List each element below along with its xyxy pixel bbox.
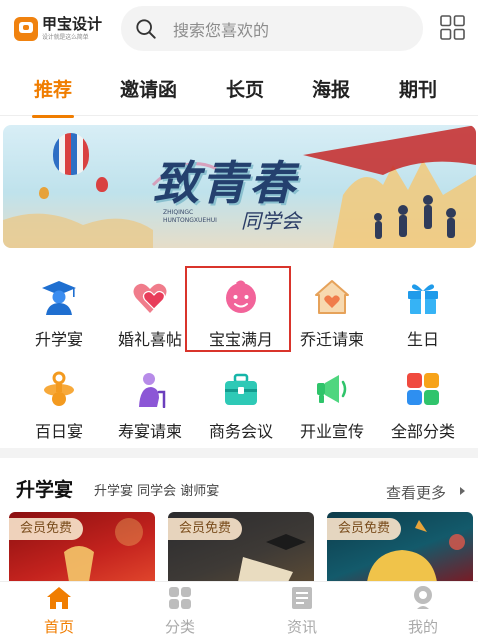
category-longevity[interactable]: 寿宴请柬 [103,358,197,448]
news-icon [292,587,312,609]
category-label: 全部分类 [390,422,455,441]
nav-news[interactable]: 资讯 [262,585,342,637]
category-label: 寿宴请柬 [117,422,182,441]
chevron-right-icon [460,487,465,495]
section-title: 升学宴 [16,479,74,501]
member-free-badge: 会员免费 [9,518,84,540]
section-subtitle: 升学宴 同学会 谢师宴 [94,484,220,499]
nav-home[interactable]: 首页 [19,585,99,637]
category-grid-icon [169,587,191,609]
category-opening-promo[interactable]: 开业宣传 [285,358,379,448]
home-icon [47,587,71,609]
member-free-badge: 会员免费 [327,518,402,540]
megaphone-icon [317,375,347,403]
category-hundred-days[interactable]: 百日宴 [12,358,106,448]
category-label: 生日 [406,330,439,349]
template-card[interactable]: 会员免费 [9,512,155,582]
tab-poster[interactable]: 海报 [312,75,350,102]
category-business-meeting[interactable]: 商务会议 [194,358,288,448]
nav-label: 资讯 [286,618,317,636]
nav-profile[interactable]: 我的 [383,585,463,637]
category-graduation[interactable]: 升学宴 [12,266,106,356]
tab-journal[interactable]: 期刊 [399,75,437,102]
pacifier-icon [44,371,74,406]
category-label: 开业宣传 [299,422,364,441]
banner-subtitle: 同学会 [241,209,301,233]
search-placeholder: 搜索您喜欢的 [173,20,270,40]
category-all[interactable]: 全部分类 [376,358,470,448]
app-header: 甲宝设计 设计就是这么简单 搜索您喜欢的 [0,0,478,58]
all-categories-icon [407,373,439,405]
tab-recommend[interactable]: 推荐 [31,75,75,118]
nav-label: 分类 [164,618,195,636]
category-label: 升学宴 [34,330,83,349]
profile-icon [414,586,432,609]
search-bar[interactable]: 搜索您喜欢的 [121,6,423,51]
selection-highlight [185,266,291,352]
banner-title: 致青春 [153,156,297,210]
logo-slogan: 设计就是这么简单 [42,34,89,41]
section-divider [0,448,478,458]
gift-icon [408,284,438,314]
category-label: 乔迁请柬 [299,330,364,349]
banner-pinyin: ZHIQINGC HUNTONGXUEHUI [163,209,217,224]
template-card[interactable]: 会员免费 [327,512,473,582]
search-icon [136,18,156,39]
tab-invitation[interactable]: 邀请函 [120,75,177,102]
view-more-link[interactable]: 查看更多 [386,482,446,503]
balloon-small-2 [39,187,49,199]
category-tabs: 推荐 邀请函 长页 海报 期刊 [0,58,478,118]
nav-label: 首页 [43,618,74,636]
logo-icon [14,17,38,41]
category-label: 百日宴 [34,422,83,441]
nav-label: 我的 [407,618,438,636]
category-housewarming[interactable]: 乔迁请柬 [285,266,379,356]
briefcase-icon [225,373,257,405]
hearts-icon [133,283,167,313]
balloon-small [96,177,108,192]
balloon-large [53,133,89,175]
tab-long-page[interactable]: 长页 [226,75,264,102]
category-wedding[interactable]: 婚礼喜帖 [103,266,197,356]
category-label: 婚礼喜帖 [117,330,182,349]
template-card[interactable]: 会员免费 [168,512,314,582]
logo-name: 甲宝设计 [42,15,103,33]
category-birthday[interactable]: 生日 [376,266,470,356]
elder-icon [139,373,166,408]
promo-banner[interactable]: 致青春 ZHIQINGC HUNTONGXUEHUI 同学会 [3,125,476,248]
member-free-badge: 会员免费 [168,518,243,540]
nav-category[interactable]: 分类 [140,585,220,637]
app-logo[interactable]: 甲宝设计 设计就是这么简单 [14,13,102,45]
category-label: 商务会议 [208,422,273,441]
menu-grid-icon[interactable] [440,15,465,40]
graduate-icon [42,281,76,315]
house-heart-icon [315,280,349,314]
